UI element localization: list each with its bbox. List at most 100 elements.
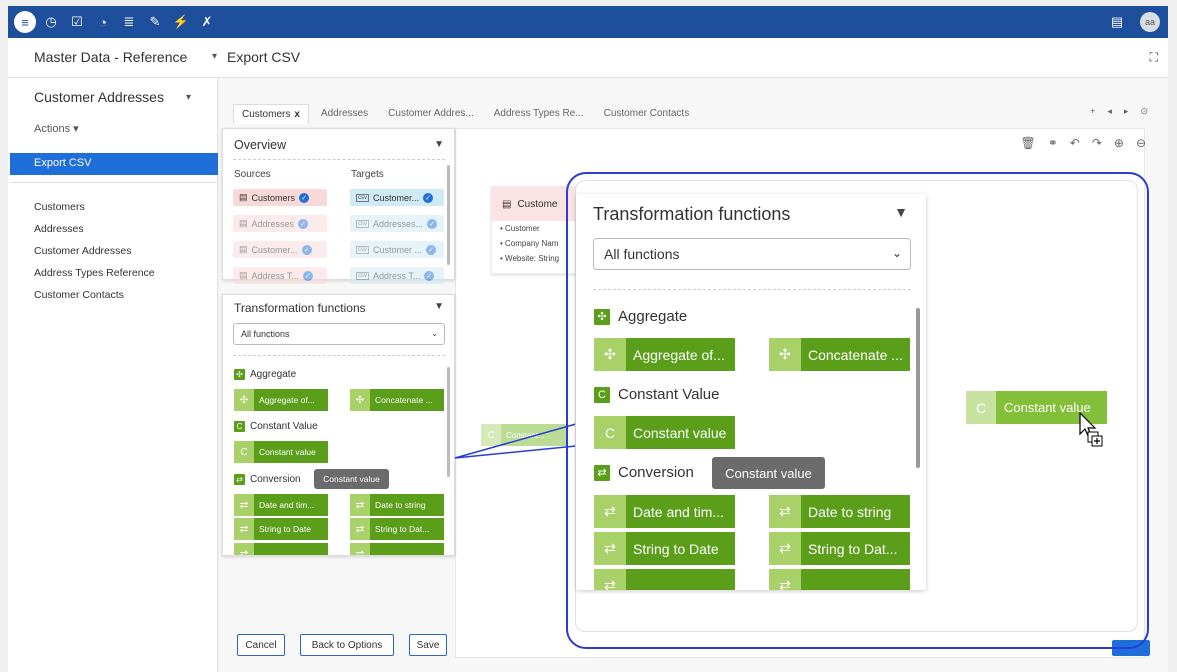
divider	[233, 355, 445, 356]
expand-icon[interactable]: ⛶	[1150, 50, 1158, 65]
source-chip[interactable]: ▤ Addresses ✓	[233, 215, 327, 232]
function-partial[interactable]: ⇄	[234, 543, 328, 555]
sidebar-item-customers[interactable]: Customers	[34, 196, 155, 218]
function-string-to-dat[interactable]: ⇄ String to Dat...	[769, 532, 910, 565]
source-chip[interactable]: ▤ Address T... ✓	[233, 267, 327, 284]
chevron-down-icon[interactable]: ▼	[894, 204, 908, 220]
tab-customer-addresses[interactable]: Customer Addres...	[380, 104, 482, 124]
chevron-down-icon[interactable]: ▾	[212, 51, 217, 62]
sidebar-list: Customers Addresses Customer Addresses A…	[34, 196, 155, 306]
sources-label: Sources	[234, 169, 271, 180]
function-date-and-time[interactable]: ⇄ Date and tim...	[234, 494, 328, 516]
source-chip[interactable]: ▤ Customers ✓	[233, 189, 327, 206]
tab-customers[interactable]: Customers x	[233, 104, 309, 124]
target-chip[interactable]: csv Addresses... ✓	[350, 215, 444, 232]
scrollbar[interactable]	[447, 367, 450, 477]
clock-icon[interactable]: ◷	[40, 11, 62, 33]
function-date-and-time[interactable]: ⇄ Date and tim...	[594, 495, 735, 528]
function-string-to-dat[interactable]: ⇄ String to Dat...	[350, 518, 444, 540]
next-tab-icon[interactable]: ▸	[1124, 106, 1129, 117]
sidebar-item-addresses[interactable]: Addresses	[34, 218, 155, 240]
tab-customer-contacts[interactable]: Customer Contacts	[596, 104, 698, 124]
actions-menu[interactable]: Actions ▾	[34, 122, 79, 135]
function-filter-select[interactable]: All functions ⌄	[593, 238, 911, 270]
database-icon: ▤	[239, 244, 248, 254]
top-toolbar: ≡ ◷ ☑ ◔ ≣ ✎ ⚡ ✗ ▤ aa	[8, 6, 1168, 38]
conversion-icon: ⇄	[769, 532, 801, 565]
chevron-down-icon[interactable]: ▾	[186, 92, 191, 103]
target-chip[interactable]: csv Address T... ✓	[350, 267, 444, 284]
zoomed-transformation-panel: Transformation functions ▼ All functions…	[576, 194, 926, 590]
csv-icon: csv	[356, 193, 369, 202]
save-button[interactable]: Save	[409, 634, 447, 656]
prev-tab-icon[interactable]: ◂	[1107, 106, 1112, 117]
tab-addresses[interactable]: Addresses	[313, 104, 376, 124]
function-concatenate[interactable]: ✣ Concatenate ...	[350, 389, 444, 411]
gauge-icon[interactable]: ◔	[92, 11, 114, 33]
page-subtitle: Export CSV	[227, 49, 301, 65]
function-partial[interactable]: ⇄	[769, 569, 910, 590]
link-icon[interactable]: ⚭	[1048, 136, 1058, 150]
function-filter-select[interactable]: All functions ⌄	[233, 323, 445, 345]
scrollbar[interactable]	[916, 308, 920, 468]
zoom-out-icon[interactable]: ⊖	[1136, 136, 1146, 150]
function-constant-value[interactable]: C Constant value	[234, 441, 328, 463]
function-constant-value[interactable]: C Constant value	[594, 416, 735, 449]
csv-icon: csv	[356, 219, 369, 228]
transformation-title: Transformation functions	[593, 204, 791, 224]
target-chip[interactable]: csv Customer ... ✓	[350, 241, 444, 258]
category-aggregate: ✣ Aggregate	[234, 369, 296, 380]
source-chip[interactable]: ▤ Customer... ✓	[233, 241, 327, 258]
database-icon[interactable]: ≡	[14, 11, 36, 33]
chevron-down-icon: ⌄	[891, 246, 902, 260]
chevron-down-icon[interactable]: ▼	[434, 139, 444, 150]
conversion-icon: ⇄	[594, 495, 626, 528]
back-to-options-button[interactable]: Back to Options	[300, 634, 394, 656]
aggregate-icon: ✣	[234, 369, 245, 380]
tab-bar: Customers x Addresses Customer Addres... …	[233, 104, 697, 124]
stack-icon[interactable]: ≣	[118, 11, 140, 33]
csv-icon: csv	[356, 271, 369, 280]
targets-label: Targets	[351, 169, 384, 180]
close-icon[interactable]: x	[294, 109, 300, 120]
target-chip[interactable]: csv Customer... ✓	[350, 189, 444, 206]
divider	[593, 289, 911, 290]
check-icon: ✓	[423, 192, 434, 203]
checklist-icon[interactable]: ☑	[66, 11, 88, 33]
constant-icon: C	[966, 391, 996, 424]
add-tab-icon[interactable]: +	[1090, 106, 1095, 117]
sidebar-item-customer-addresses[interactable]: Customer Addresses	[34, 240, 155, 262]
function-aggregate-of[interactable]: ✣ Aggregate of...	[594, 338, 735, 371]
check-icon: ✓	[301, 244, 312, 255]
function-date-to-string[interactable]: ⇄ Date to string	[769, 495, 910, 528]
sidebar-item-customer-contacts[interactable]: Customer Contacts	[34, 284, 155, 306]
function-aggregate-of[interactable]: ✣ Aggregate of...	[234, 389, 328, 411]
scrollbar[interactable]	[447, 165, 450, 265]
function-partial[interactable]: ⇄	[350, 543, 444, 555]
function-date-to-string[interactable]: ⇄ Date to string	[350, 494, 444, 516]
delete-icon[interactable]: 🗑	[1020, 136, 1035, 150]
plug-icon[interactable]: ⚡	[170, 11, 192, 33]
function-string-to-date[interactable]: ⇄ String to Date	[234, 518, 328, 540]
sidebar-item-export-csv[interactable]: Export CSV	[10, 153, 218, 175]
edit-check-icon[interactable]: ✎	[144, 11, 166, 33]
aggregate-icon: ✣	[234, 389, 254, 411]
aggregate-icon: ✣	[594, 338, 626, 371]
page-header: Master Data - Reference ▾ Export CSV ⛶	[8, 38, 1168, 78]
zoom-in-icon[interactable]: ⊕	[1114, 136, 1124, 150]
chevron-down-icon[interactable]: ▼	[434, 301, 444, 312]
avatar[interactable]: aa	[1140, 12, 1160, 32]
tab-address-types[interactable]: Address Types Re...	[486, 104, 592, 124]
function-concatenate[interactable]: ✣ Concatenate ...	[769, 338, 910, 371]
wrench-icon[interactable]: ✗	[196, 11, 218, 33]
undo-icon[interactable]: ↶	[1070, 136, 1080, 150]
cancel-button[interactable]: Cancel	[237, 634, 285, 656]
redo-icon[interactable]: ↷	[1092, 136, 1102, 150]
constant-icon: C	[594, 386, 610, 403]
report-icon[interactable]: ▤	[1106, 11, 1128, 33]
function-string-to-date[interactable]: ⇄ String to Date	[594, 532, 735, 565]
function-partial[interactable]: ⇄	[594, 569, 735, 590]
sidebar-item-address-types[interactable]: Address Types Reference	[34, 262, 155, 284]
tab-label: Customers	[242, 109, 291, 120]
tab-menu-icon[interactable]: ⊙	[1140, 106, 1148, 117]
